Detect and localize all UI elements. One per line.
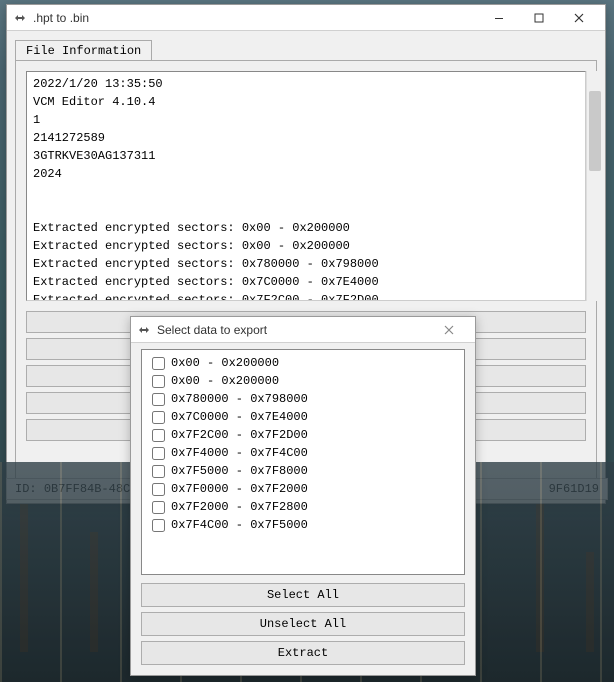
- minimize-icon: [494, 13, 504, 23]
- export-item-label: 0x00 - 0x200000: [171, 374, 279, 388]
- export-item-label: 0x7F4C00 - 0x7F5000: [171, 518, 308, 532]
- export-item-label: 0x7F4000 - 0x7F4C00: [171, 446, 308, 460]
- dialog-client: 0x00 - 0x200000 0x00 - 0x200000 0x780000 -…: [141, 349, 465, 665]
- dialog-titlebar[interactable]: Select data to export: [131, 317, 475, 343]
- id-value-right: 9F61D19: [549, 482, 599, 496]
- dialog-title: Select data to export: [157, 323, 267, 337]
- maximize-button[interactable]: [519, 7, 559, 29]
- close-button[interactable]: [559, 7, 599, 29]
- main-titlebar[interactable]: .hpt to .bin: [7, 5, 605, 31]
- main-title: .hpt to .bin: [33, 11, 89, 25]
- scrollbar-thumb[interactable]: [589, 91, 601, 171]
- app-icon: [13, 11, 27, 25]
- export-item[interactable]: 0x7F4C00 - 0x7F5000: [148, 516, 458, 534]
- dialog-close-button[interactable]: [429, 319, 469, 341]
- export-item[interactable]: 0x00 - 0x200000: [148, 372, 458, 390]
- file-info-textarea[interactable]: 2022/1/20 13:35:50 VCM Editor 4.10.4 1 2…: [26, 71, 586, 301]
- desktop-background: .hpt to .bin File Information 2022/1/20 …: [0, 0, 614, 682]
- export-item-checkbox[interactable]: [152, 411, 165, 424]
- export-item-label: 0x7F2C00 - 0x7F2D00: [171, 428, 308, 442]
- id-label: ID:: [15, 482, 37, 496]
- export-item-checkbox[interactable]: [152, 393, 165, 406]
- export-item-label: 0x780000 - 0x798000: [171, 392, 308, 406]
- extract-button[interactable]: Extract: [141, 641, 465, 665]
- export-item[interactable]: 0x780000 - 0x798000: [148, 390, 458, 408]
- tab-file-information[interactable]: File Information: [15, 40, 152, 61]
- export-listbox[interactable]: 0x00 - 0x200000 0x00 - 0x200000 0x780000 -…: [141, 349, 465, 575]
- export-item-label: 0x00 - 0x200000: [171, 356, 279, 370]
- bg-decor: [586, 552, 594, 652]
- bg-decor: [90, 532, 98, 652]
- export-dialog: Select data to export 0x00 - 0x2000000x0…: [130, 316, 476, 676]
- export-item-checkbox[interactable]: [152, 483, 165, 496]
- bg-decor: [20, 492, 28, 652]
- textarea-scrollbar[interactable]: [586, 71, 603, 301]
- unselect-all-button[interactable]: Unselect All: [141, 612, 465, 636]
- export-item-checkbox[interactable]: [152, 465, 165, 478]
- export-item[interactable]: 0x7F2C00 - 0x7F2D00: [148, 426, 458, 444]
- app-icon: [137, 323, 151, 337]
- export-item-label: 0x7F5000 - 0x7F8000: [171, 464, 308, 478]
- minimize-button[interactable]: [479, 7, 519, 29]
- select-all-button[interactable]: Select All: [141, 583, 465, 607]
- export-item[interactable]: 0x7C0000 - 0x7E4000: [148, 408, 458, 426]
- export-item-checkbox[interactable]: [152, 357, 165, 370]
- export-item[interactable]: 0x7F4000 - 0x7F4C00: [148, 444, 458, 462]
- export-item[interactable]: 0x7F5000 - 0x7F8000: [148, 462, 458, 480]
- export-item[interactable]: 0x00 - 0x200000: [148, 354, 458, 372]
- export-item-checkbox[interactable]: [152, 429, 165, 442]
- close-icon: [574, 13, 584, 23]
- export-item-label: 0x7F2000 - 0x7F2800: [171, 500, 308, 514]
- export-item-checkbox[interactable]: [152, 447, 165, 460]
- export-item-checkbox[interactable]: [152, 519, 165, 532]
- export-item[interactable]: 0x7F0000 - 0x7F2000: [148, 480, 458, 498]
- bg-decor: [536, 502, 544, 652]
- export-item[interactable]: 0x7F2000 - 0x7F2800: [148, 498, 458, 516]
- maximize-icon: [534, 13, 544, 23]
- export-item-label: 0x7C0000 - 0x7E4000: [171, 410, 308, 424]
- export-item-checkbox[interactable]: [152, 375, 165, 388]
- export-item-checkbox[interactable]: [152, 501, 165, 514]
- close-icon: [444, 325, 454, 335]
- export-item-label: 0x7F0000 - 0x7F2000: [171, 482, 308, 496]
